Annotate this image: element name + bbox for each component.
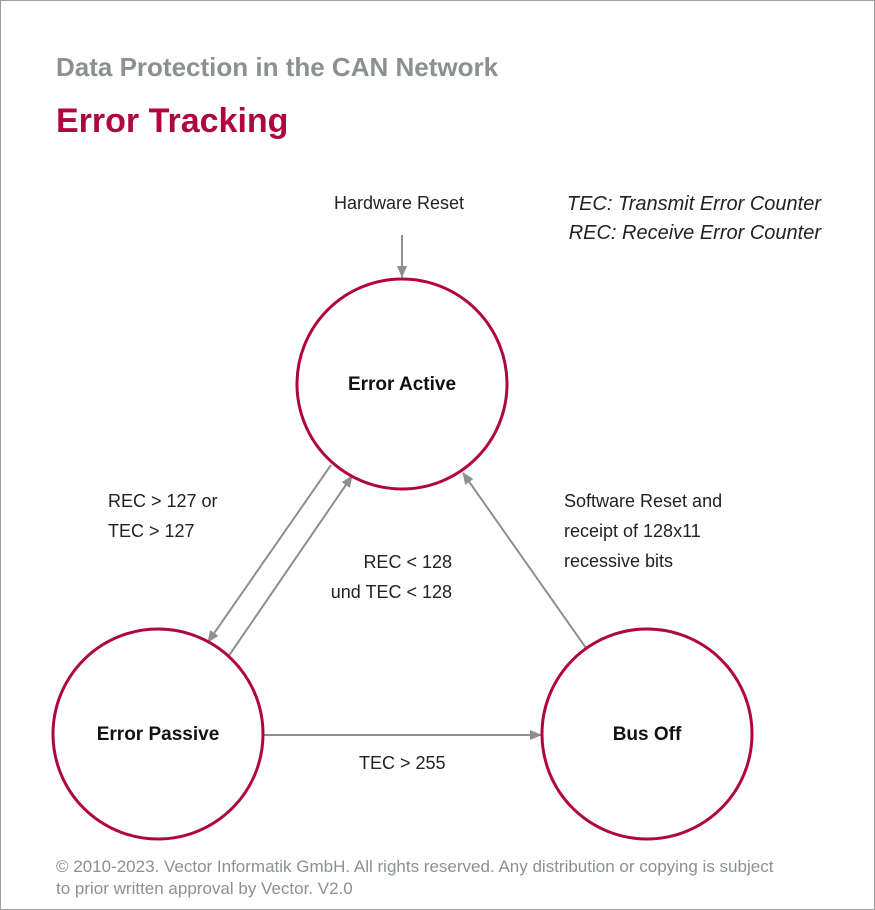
label-to-busoff: TEC > 255 [359, 753, 446, 773]
state-bus-off-label: Bus Off [613, 724, 682, 745]
label-software-reset: Software Reset and receipt of 128x11 rec… [564, 486, 722, 576]
state-error-active-label: Error Active [348, 374, 456, 395]
footer-line1: © 2010-2023. Vector Informatik GmbH. All… [56, 857, 774, 876]
label-to-passive: REC > 127 or TEC > 127 [108, 486, 218, 546]
footer-line2: to prior written approval by Vector. V2.… [56, 879, 353, 898]
state-error-passive-label: Error Passive [97, 724, 220, 745]
label-to-active: REC < 128 und TEC < 128 [328, 547, 452, 607]
copyright-footer: © 2010-2023. Vector Informatik GmbH. All… [56, 856, 773, 900]
label-to-active-line2: und TEC < 128 [330, 582, 452, 602]
arrow-active-to-passive [207, 464, 332, 643]
label-hardware-reset: Hardware Reset [334, 193, 465, 213]
label-software-reset-line1: Software Reset and [564, 491, 723, 511]
label-to-active-line1: REC < 128 [363, 552, 452, 572]
label-software-reset-line2: receipt of 128x11 [564, 521, 701, 541]
label-software-reset-line3: recessive bits [564, 551, 674, 571]
label-to-passive-line1: REC > 127 or [108, 491, 218, 511]
label-to-passive-line2: TEC > 127 [108, 521, 195, 541]
